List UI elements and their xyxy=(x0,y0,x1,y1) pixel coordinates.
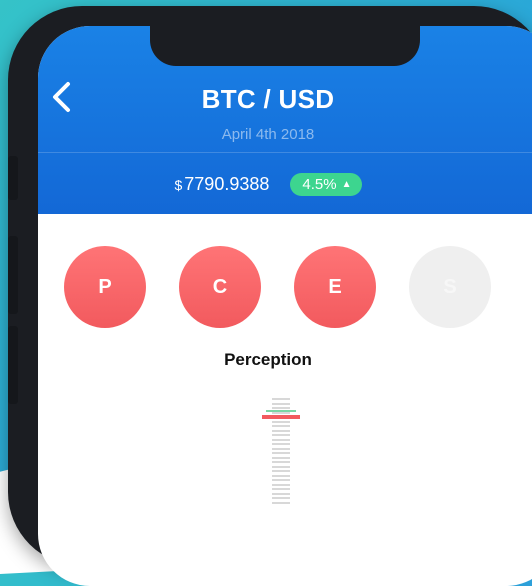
gauge-tick xyxy=(272,447,290,450)
price-row: $7790.9388 4.5% ▲ xyxy=(38,173,498,196)
pair-title: BTC / USD xyxy=(201,84,335,114)
phone-notch xyxy=(150,26,420,66)
phone-frame: BTC / USD April 4th 2018 $7790.9388 4.5%… xyxy=(8,6,532,586)
metric-button-p[interactable]: P xyxy=(64,246,146,328)
gauge-tick xyxy=(272,461,290,463)
gauge-tick xyxy=(272,465,290,468)
price-value: 7790.9388 xyxy=(184,174,270,194)
phone-side-button xyxy=(8,236,18,314)
metric-selector: P C E S xyxy=(38,246,532,336)
metric-button-c[interactable]: C xyxy=(179,246,261,328)
gauge-tick xyxy=(272,452,290,454)
phone-screen: BTC / USD April 4th 2018 $7790.9388 4.5%… xyxy=(38,26,532,586)
phone-side-button xyxy=(8,156,18,200)
gauge-tick xyxy=(272,407,290,409)
gauge-tick xyxy=(272,501,290,504)
section-title: Perception xyxy=(224,350,312,369)
metric-button-s[interactable]: S xyxy=(409,246,491,328)
app-header: BTC / USD April 4th 2018 $7790.9388 4.5%… xyxy=(38,26,532,214)
metric-letter: C xyxy=(212,276,228,298)
metric-letter: S xyxy=(443,276,457,298)
gauge-tick xyxy=(272,474,290,477)
gauge-tick xyxy=(272,456,290,459)
perception-gauge xyxy=(262,396,302,516)
gauge-tick xyxy=(272,434,290,436)
gauge-tick xyxy=(272,429,290,432)
gauge-marker-red xyxy=(262,415,300,419)
change-badge: 4.5% ▲ xyxy=(290,173,362,196)
currency-symbol: $ xyxy=(174,177,183,193)
gauge-tick xyxy=(272,420,290,423)
gauge-tick xyxy=(272,488,290,490)
gauge-tick xyxy=(272,479,290,481)
gauge-tick xyxy=(272,470,290,472)
gauge-tick xyxy=(272,492,290,495)
header-divider xyxy=(38,152,532,153)
metric-letter: E xyxy=(328,276,342,298)
gauge-tick xyxy=(272,438,290,441)
gauge-tick xyxy=(272,443,290,445)
gauge-tick xyxy=(272,497,290,499)
gauge-tick xyxy=(272,425,290,427)
triangle-up-icon: ▲ xyxy=(341,179,352,190)
gauge-marker-green xyxy=(266,410,296,412)
phone-side-button xyxy=(8,326,18,404)
change-percent: 4.5% xyxy=(302,176,337,193)
date-label: April 4th 2018 xyxy=(221,126,315,143)
gauge-tick xyxy=(272,483,290,486)
metric-button-e[interactable]: E xyxy=(294,246,376,328)
gauge-tick xyxy=(272,398,290,400)
metric-letter: P xyxy=(98,276,112,298)
gauge-tick xyxy=(272,402,290,405)
